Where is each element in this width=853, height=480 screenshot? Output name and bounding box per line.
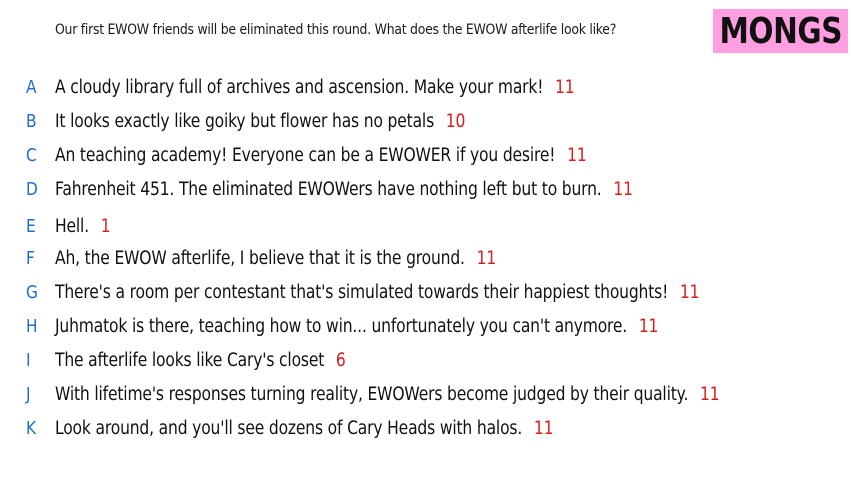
response-score: 6 (335, 349, 346, 371)
response-letter: J (26, 383, 31, 405)
response-score: 11 (533, 417, 554, 439)
response-text: A cloudy library full of archives and as… (55, 76, 544, 98)
response-text: The afterlife looks like Cary's closet (55, 349, 325, 371)
response-row-k: K Look around, and you'll see dozens of … (0, 413, 853, 443)
response-score: 11 (699, 383, 720, 405)
response-text: Look around, and you'll see dozens of Ca… (55, 417, 523, 439)
response-score: 11 (567, 144, 587, 166)
response-row-h: H Juhmatok is there, teaching how to win… (0, 311, 853, 341)
response-row-i: I The afterlife looks like Cary's closet… (0, 345, 853, 375)
response-letter: H (26, 315, 38, 337)
prompt-text: Our first EWOW friends will be eliminate… (55, 22, 617, 38)
response-letter: D (26, 178, 38, 200)
response-letter: K (26, 417, 37, 439)
response-score: 11 (555, 76, 575, 98)
response-letter: F (26, 247, 35, 269)
response-row-b: B It looks exactly like goiky but flower… (0, 106, 853, 136)
response-score: 11 (613, 178, 633, 200)
response-text: There's a room per contestant that's sim… (55, 281, 669, 303)
response-score: 11 (476, 247, 497, 269)
response-row-c: C An teaching academy! Everyone can be a… (0, 140, 853, 170)
response-score: 1 (100, 215, 111, 237)
response-score: 11 (679, 281, 700, 303)
response-text: Fahrenheit 451. The eliminated EWOWers h… (55, 178, 602, 200)
response-letter: I (26, 349, 31, 371)
response-row-d: D Fahrenheit 451. The eliminated EWOWers… (0, 174, 853, 204)
response-text: An teaching academy! Everyone can be a E… (55, 144, 556, 166)
response-letter: E (26, 215, 36, 237)
response-row-j: J With lifetime's responses turning real… (0, 379, 853, 409)
response-score: 10 (445, 110, 466, 132)
response-row-e: E Hell. 1 (0, 211, 853, 241)
response-letter: A (26, 76, 37, 98)
response-letter: C (26, 144, 37, 166)
response-text: Ah, the EWOW afterlife, I believe that i… (55, 247, 465, 269)
response-text: Juhmatok is there, teaching how to win..… (55, 315, 628, 337)
badge-label: MONGS (719, 10, 842, 52)
response-text: It looks exactly like goiky but flower h… (55, 110, 435, 132)
response-score: 11 (638, 315, 659, 337)
response-letter: G (26, 281, 38, 303)
monogram-badge: MONGS (713, 9, 848, 53)
response-letter: B (26, 110, 37, 132)
response-text: With lifetime's responses turning realit… (55, 383, 689, 405)
response-row-f: F Ah, the EWOW afterlife, I believe that… (0, 243, 853, 273)
response-row-g: G There's a room per contestant that's s… (0, 277, 853, 307)
response-row-a: A A cloudy library full of archives and … (0, 72, 853, 102)
response-text: Hell. (55, 215, 89, 237)
